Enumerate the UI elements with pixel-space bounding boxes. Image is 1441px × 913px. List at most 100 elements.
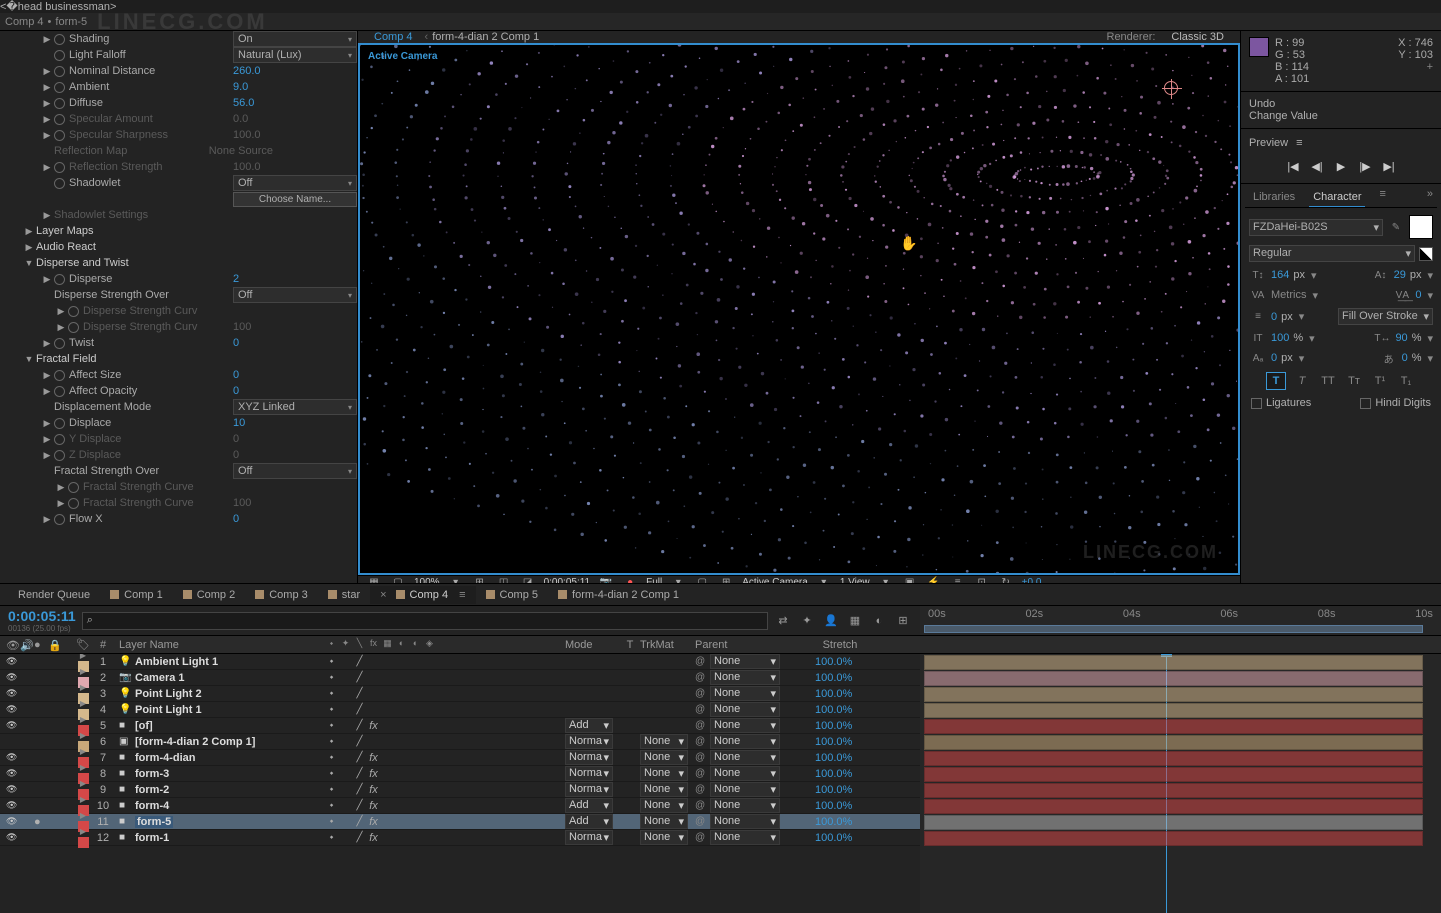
shy-switch[interactable]: ⬩ <box>325 767 338 780</box>
stopwatch-icon[interactable] <box>68 306 79 317</box>
graph-editor-icon[interactable]: ⊞ <box>894 612 912 630</box>
layer-row[interactable]: 👁 ▶ 3 💡Point Light 2 ⬩╱ @None▾ 100.0% <box>0 686 920 702</box>
triangle-icon[interactable]: ▶ <box>56 322 66 333</box>
triangle-icon[interactable]: ▶ <box>24 242 34 253</box>
layer-name[interactable]: form-4-dian <box>135 752 196 764</box>
stroke-width[interactable]: 0 <box>1271 311 1277 323</box>
solo-column-icon[interactable]: ● <box>34 639 45 650</box>
layer-duration-bar[interactable] <box>924 671 1423 686</box>
fx-switch[interactable]: fx <box>367 799 380 812</box>
tab-libraries[interactable]: Libraries <box>1249 188 1299 207</box>
parent-dropdown[interactable]: None▾ <box>710 670 780 685</box>
layer-duration-bar[interactable] <box>924 831 1423 846</box>
shy-switch[interactable]: ⬩ <box>325 655 338 668</box>
stopwatch-icon[interactable] <box>54 514 65 525</box>
layer-name[interactable]: form-3 <box>135 768 169 780</box>
triangle-icon[interactable]: ▶ <box>56 482 66 493</box>
stopwatch-icon[interactable] <box>54 450 65 461</box>
stretch-value[interactable]: 100.0% <box>805 688 875 700</box>
quality-switch[interactable]: ╱ <box>353 687 366 700</box>
parent-dropdown[interactable]: None▾ <box>710 686 780 701</box>
expand-triangle-icon[interactable]: ▶ <box>80 827 86 836</box>
pickwhip-icon[interactable]: @ <box>695 784 707 796</box>
parent-dropdown[interactable]: None▾ <box>710 782 780 797</box>
stopwatch-icon[interactable] <box>54 274 65 285</box>
pickwhip-icon[interactable]: @ <box>695 752 707 764</box>
layer-duration-bar[interactable] <box>924 703 1423 718</box>
layer-row[interactable]: 👁 ▶ 2 📷Camera 1 ⬩╱ @None▾ 100.0% <box>0 670 920 686</box>
shy-col-icon[interactable]: ⬩ <box>325 638 338 651</box>
renderer-value[interactable]: Classic 3D <box>1163 31 1232 43</box>
timeline-tab[interactable]: Comp 3 <box>245 586 318 604</box>
parent-dropdown[interactable]: None▾ <box>710 814 780 829</box>
shy-icon[interactable]: 👤 <box>822 612 840 630</box>
anchor-point-icon[interactable] <box>1164 81 1178 95</box>
fill-color-swatch[interactable] <box>1409 215 1433 239</box>
breadcrumb-layer[interactable]: form-5 <box>55 16 87 28</box>
layer-row[interactable]: 👁 ▶ 10 ■form-4 ⬩╱fx Add▾ None▾ @None▾ 10… <box>0 798 920 814</box>
layer-duration-bar[interactable] <box>924 799 1423 814</box>
shy-switch[interactable]: ⬩ <box>325 815 338 828</box>
quality-switch[interactable]: ╱ <box>353 719 366 732</box>
prop-group-name[interactable]: Audio React <box>36 241 96 253</box>
tracking[interactable]: 0 <box>1415 289 1421 301</box>
fx-col-icon[interactable]: fx <box>367 638 380 651</box>
triangle-icon[interactable]: ▶ <box>42 386 52 397</box>
timeline-tab[interactable]: ×Comp 4≡ <box>370 586 475 604</box>
quality-switch[interactable]: ╱ <box>353 703 366 716</box>
kerning[interactable]: Metrics <box>1271 289 1306 301</box>
visibility-toggle[interactable]: 👁 <box>6 720 17 731</box>
layer-name[interactable]: Ambient Light 1 <box>135 656 218 668</box>
parent-dropdown[interactable]: None▾ <box>710 654 780 669</box>
visibility-toggle[interactable]: 👁 <box>6 784 17 795</box>
collapse-col-icon[interactable]: ✦ <box>339 638 352 651</box>
solo-toggle[interactable]: ● <box>34 816 45 828</box>
stopwatch-icon[interactable] <box>54 66 65 77</box>
prop-dropdown[interactable]: Off▾ <box>233 463 357 479</box>
prop-group-name[interactable]: Layer Maps <box>36 225 93 237</box>
comp-sub-name[interactable]: form-4-dian 2 Comp 1 <box>432 31 539 43</box>
small-caps-button[interactable]: Tᴛ <box>1344 372 1364 390</box>
triangle-icon[interactable]: ▶ <box>42 338 52 349</box>
last-frame-button[interactable]: ▶| <box>1382 159 1396 173</box>
layer-duration-bar[interactable] <box>924 735 1423 750</box>
label-color[interactable] <box>78 837 89 848</box>
fx-switch[interactable]: fx <box>367 719 380 732</box>
pickwhip-icon[interactable]: @ <box>695 832 707 844</box>
expand-triangle-icon[interactable]: ▶ <box>80 779 86 788</box>
timeline-tab[interactable]: Comp 1 <box>100 586 173 604</box>
blend-mode-dropdown[interactable]: Norma▾ <box>565 830 613 845</box>
stretch-value[interactable]: 100.0% <box>805 720 875 732</box>
prop-value[interactable]: 100.0 <box>233 129 273 141</box>
stopwatch-icon[interactable] <box>54 434 65 445</box>
quality-switch[interactable]: ╱ <box>353 751 366 764</box>
triangle-icon[interactable]: ▶ <box>24 226 34 237</box>
expand-triangle-icon[interactable]: ▶ <box>80 811 86 820</box>
parent-dropdown[interactable]: None▾ <box>710 766 780 781</box>
prop-dropdown[interactable]: Off▾ <box>233 175 357 191</box>
layer-row[interactable]: ▶ 6 ▣[form-4-dian 2 Comp 1] ⬩╱ Norma▾ No… <box>0 734 920 750</box>
prop-group-name[interactable]: Disperse and Twist <box>36 257 129 269</box>
timeline-tab[interactable]: Render Queue <box>8 586 100 604</box>
visibility-toggle[interactable] <box>6 736 17 747</box>
fx-switch[interactable]: fx <box>367 767 380 780</box>
visibility-toggle[interactable]: 👁 <box>6 656 17 667</box>
quality-switch[interactable]: ╱ <box>353 783 366 796</box>
motion-blur-icon[interactable]: ◐ <box>870 612 888 630</box>
layer-duration-bar[interactable] <box>924 687 1423 702</box>
shy-switch[interactable]: ⬩ <box>325 831 338 844</box>
pickwhip-icon[interactable]: @ <box>695 656 707 668</box>
layer-name[interactable]: [form-4-dian 2 Comp 1] <box>135 736 255 748</box>
trkmat-dropdown[interactable]: None▾ <box>640 766 688 781</box>
prop-value[interactable]: None Source <box>209 145 273 157</box>
shy-switch[interactable]: ⬩ <box>325 703 338 716</box>
shy-switch[interactable]: ⬩ <box>325 783 338 796</box>
prop-dropdown[interactable]: Natural (Lux)▾ <box>233 47 357 63</box>
speaker-column-icon[interactable]: 🔊 <box>20 639 31 650</box>
stopwatch-icon[interactable] <box>54 418 65 429</box>
faux-italic-button[interactable]: T <box>1292 372 1312 390</box>
fb-col-icon[interactable]: ▦ <box>381 638 394 651</box>
quality-switch[interactable]: ╱ <box>353 815 366 828</box>
comp-tab-name[interactable]: Comp 4 <box>366 31 421 43</box>
parent-dropdown[interactable]: None▾ <box>710 734 780 749</box>
